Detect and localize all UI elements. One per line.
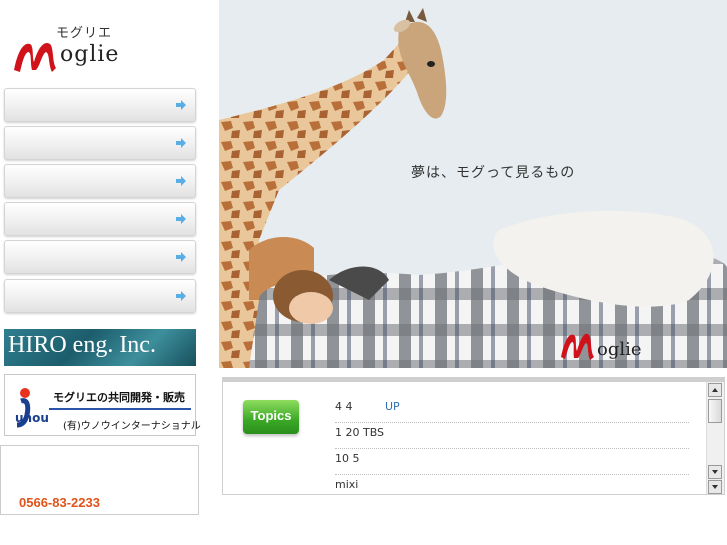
hero-image: 夢は、モグって見るもの oglie (219, 0, 727, 368)
news-item[interactable]: 4 4 UP (335, 396, 689, 423)
scroll-thumb[interactable] (708, 399, 722, 423)
unou-banner[interactable]: unou モグリエの共同開発・販売 (有)ウノウインターナショナル (4, 374, 201, 436)
news-item-text: 4 4 (335, 400, 353, 413)
news-item-link[interactable]: UP (385, 400, 400, 413)
unou-logo-word: unou (15, 411, 49, 425)
hero-logo-word: oglie (597, 339, 642, 360)
arrow-right-icon (176, 100, 186, 110)
hero-tagline: 夢は、モグって見るもの (411, 165, 576, 181)
unou-divider (49, 408, 191, 410)
news-item[interactable]: 1 20 TBS (335, 422, 689, 449)
news-item-text: 1 20 TBS (335, 426, 385, 439)
topics-scrollbar[interactable] (706, 382, 724, 494)
hiro-banner-text: HIRO eng. Inc. (8, 332, 156, 358)
site-logo[interactable]: モグリエ oglie (8, 22, 138, 74)
topics-badge-label: Topics (250, 408, 292, 423)
hero-logo-m-mark (561, 333, 594, 360)
nav-item-1[interactable] (4, 88, 196, 122)
arrow-right-icon (176, 214, 186, 224)
scroll-down-arrow-icon[interactable] (708, 480, 722, 494)
hero-logo: oglie (559, 325, 679, 365)
nav-item-4[interactable] (4, 202, 196, 236)
hiro-eng-banner[interactable]: HIRO eng. Inc. (4, 329, 196, 366)
topics-panel: Topics 4 4 UP 1 20 TBS 10 5 mixi (222, 377, 725, 495)
hero-illustration (219, 0, 727, 368)
nav-item-5[interactable] (4, 240, 196, 274)
nav-item-3[interactable] (4, 164, 196, 198)
unou-line-1: モグリエの共同開発・販売 (53, 391, 185, 404)
arrow-right-icon (176, 291, 186, 301)
nav-item-6[interactable] (4, 279, 196, 313)
logo-word: oglie (60, 42, 120, 67)
news-item[interactable]: 10 5 (335, 448, 689, 475)
nav-item-2[interactable] (4, 126, 196, 160)
news-item-text: 10 5 (335, 452, 360, 465)
news-item-text: mixi (335, 478, 359, 491)
arrow-right-icon (176, 176, 186, 186)
unou-line-2: (有)ウノウインターナショナル (63, 421, 201, 432)
scroll-up-arrow-icon[interactable] (708, 383, 722, 397)
contact-box: 0566-83-2233 (0, 445, 199, 515)
arrow-right-icon (176, 252, 186, 262)
news-item[interactable]: mixi (335, 474, 689, 494)
phone-number: 0566-83-2233 (19, 495, 100, 510)
arrow-right-icon (176, 138, 186, 148)
topics-badge: Topics (243, 400, 299, 434)
scroll-down-arrow-icon[interactable] (708, 465, 722, 479)
